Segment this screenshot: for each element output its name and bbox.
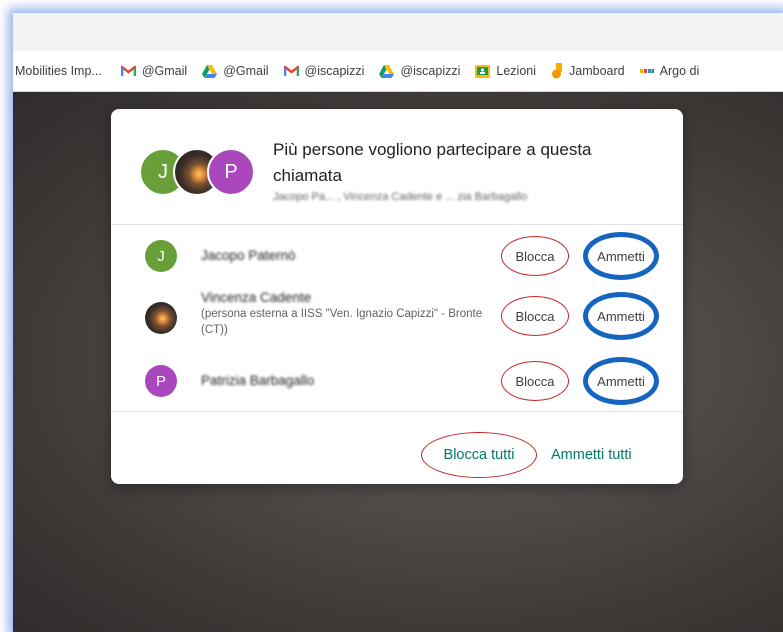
bookmark-label: Argo di — [659, 64, 700, 78]
google-drive-icon — [379, 64, 395, 78]
participant-row: J Jacopo Paternò Blocca Ammetti — [111, 226, 683, 286]
admit-button[interactable]: Ammetti — [583, 292, 659, 340]
dialog-footer: Blocca tutti Ammetti tutti — [111, 425, 683, 484]
browser-window: Mobilities Imp... @Gmail @Gmail @iscapiz… — [13, 13, 783, 632]
participant-name: Vincenza Cadente — [201, 290, 312, 305]
google-classroom-icon — [475, 64, 491, 78]
divider — [111, 411, 683, 412]
dialog-subtitle: Jacopo Pa... , Vincenza Cadente e ... zi… — [273, 191, 528, 203]
jamboard-icon — [551, 63, 563, 79]
join-requests-dialog: J P Più persone vogliono partecipare a q… — [111, 109, 683, 484]
divider — [111, 224, 683, 225]
bookmark-jamboard[interactable]: Jamboard — [551, 63, 625, 79]
requester-avatars: J P — [139, 148, 259, 196]
block-all-button[interactable]: Blocca tutti — [421, 432, 537, 478]
bookmark-mobilities[interactable]: Mobilities Imp... — [15, 64, 102, 78]
block-button[interactable]: Blocca — [501, 236, 569, 276]
bookmark-label: Lezioni — [496, 64, 537, 78]
bookmarks-bar: Mobilities Imp... @Gmail @Gmail @iscapiz… — [13, 51, 783, 92]
bookmark-label: Mobilities Imp... — [15, 64, 102, 78]
admit-button[interactable]: Ammetti — [583, 232, 659, 280]
bookmark-gmail-1[interactable]: @Gmail — [120, 64, 188, 78]
browser-toolbar — [13, 13, 783, 51]
avatar — [145, 302, 177, 334]
avatar: P — [207, 148, 255, 196]
bookmark-label: @iscapizzi — [304, 64, 365, 78]
bookmark-label: @iscapizzi — [400, 64, 461, 78]
bookmark-drive-2[interactable]: @iscapizzi — [379, 64, 460, 78]
avatar: P — [145, 365, 177, 397]
bookmark-lezioni[interactable]: Lezioni — [475, 64, 536, 78]
gmail-icon — [283, 65, 299, 77]
google-drive-icon — [202, 64, 218, 78]
bookmark-label: Jamboard — [569, 64, 625, 78]
participant-name: Patrizia Barbagallo — [201, 373, 315, 388]
participant-row: P Patrizia Barbagallo Blocca Ammetti — [111, 351, 683, 411]
bookmark-label: @Gmail — [141, 64, 188, 78]
avatar: J — [145, 240, 177, 272]
gmail-icon — [120, 65, 136, 77]
bookmark-argo[interactable]: Argo di — [639, 64, 700, 78]
bookmark-gmail-2[interactable]: @iscapizzi — [283, 64, 365, 78]
participant-name: Jacopo Paternò — [201, 248, 296, 263]
dialog-title: Più persone vogliono partecipare a quest… — [273, 140, 592, 185]
participant-row: Vincenza Cadente (persona esterna a IISS… — [111, 288, 683, 350]
argo-icon — [639, 68, 654, 74]
bookmark-drive-1[interactable]: @Gmail — [202, 64, 269, 78]
admit-all-button[interactable]: Ammetti tutti — [551, 443, 632, 467]
block-button[interactable]: Blocca — [501, 296, 569, 336]
participant-description: (persona esterna a IISS "Ven. Ignazio Ca… — [201, 308, 483, 336]
admit-button[interactable]: Ammetti — [583, 357, 659, 405]
bookmark-label: @Gmail — [223, 64, 269, 78]
block-button[interactable]: Blocca — [501, 361, 569, 401]
